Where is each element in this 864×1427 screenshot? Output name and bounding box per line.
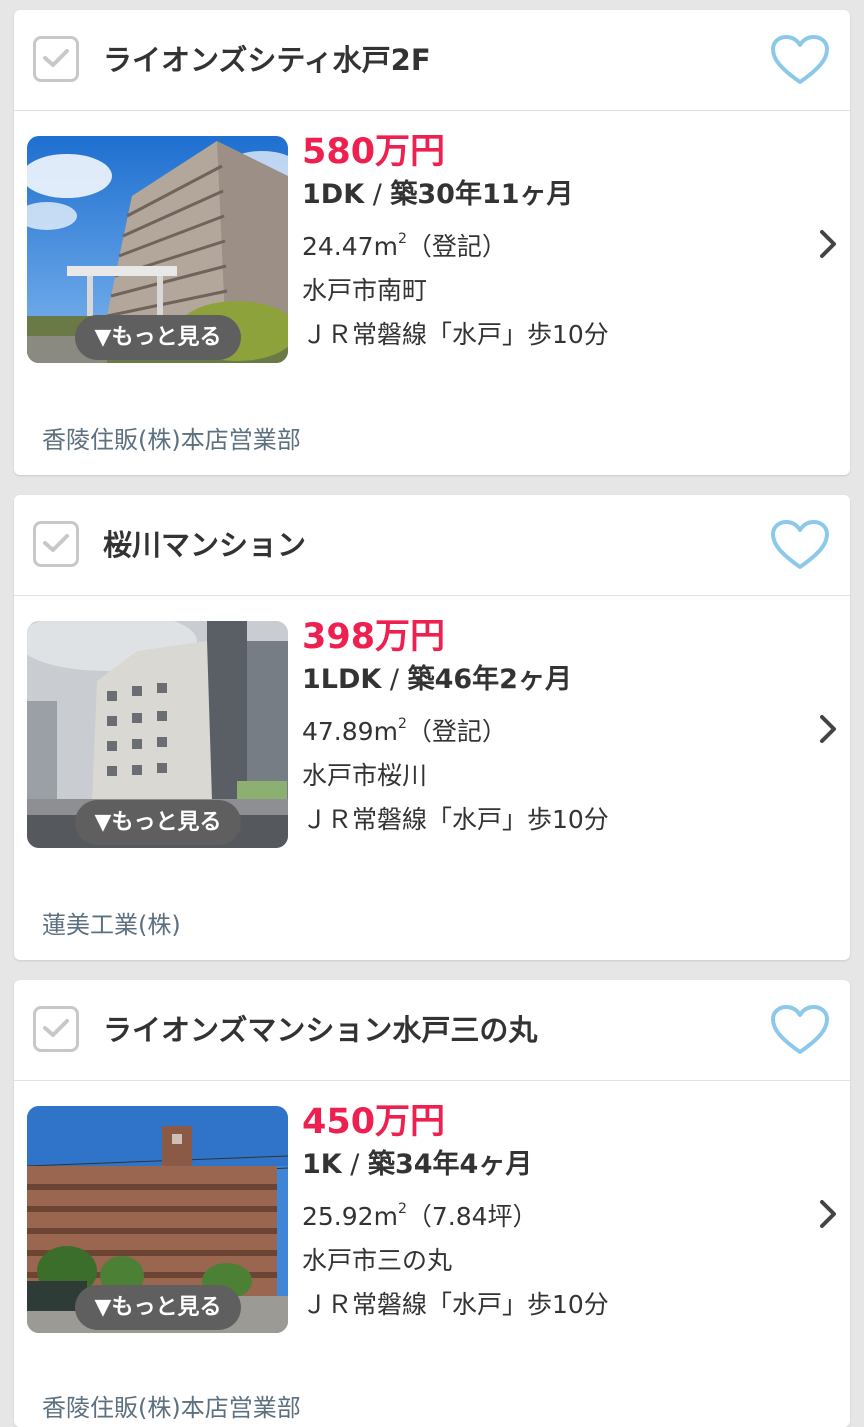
property-card[interactable]: ライオンズマンション水戸三の丸 ▼もっと見る 450万円 1K / 築34年4ヶ… (14, 980, 850, 1427)
area-value: 24.47m (302, 232, 398, 261)
area-unit-sup: 2 (397, 1201, 407, 1217)
property-info: 580万円 1DK / 築30年11ヶ月 24.47m2（登記） 水戸市南町 Ｊ… (302, 131, 609, 357)
floor-area: 47.89m2（登記） (302, 702, 609, 754)
area-value: 47.89m (302, 717, 398, 746)
station-access: ＪＲ常磐線「水戸」歩10分 (302, 805, 609, 834)
property-card[interactable]: ライオンズシティ水戸2F ▼もっと見る 580万円 1DK / 築30年11ヶ月… (14, 10, 850, 475)
card-body[interactable]: ▼もっと見る 450万円 1K / 築34年4ヶ月 25.92m2（7.84坪）… (14, 1081, 850, 1345)
area-note: （登記） (406, 232, 507, 261)
heart-outline-icon[interactable] (770, 519, 830, 571)
checkbox-check-icon (43, 49, 69, 67)
separator: / (381, 664, 408, 695)
card-body[interactable]: ▼もっと見る 398万円 1LDK / 築46年2ヶ月 47.89m2（登記） … (14, 596, 850, 860)
price: 450万円 (302, 1102, 446, 1142)
more-button[interactable]: ▼もっと見る (75, 800, 241, 845)
layout-age: 1LDK / 築46年2ヶ月 (302, 658, 609, 702)
address: 水戸市南町 (302, 276, 428, 305)
select-checkbox[interactable] (33, 1006, 79, 1052)
card-header: ライオンズマンション水戸三の丸 (14, 980, 850, 1081)
address: 水戸市桜川 (302, 761, 428, 790)
card-header: ライオンズシティ水戸2F (14, 10, 850, 111)
layout-age: 1K / 築34年4ヶ月 (302, 1143, 609, 1187)
select-checkbox[interactable] (33, 36, 79, 82)
layout: 1LDK (302, 664, 382, 695)
checkbox-check-icon (43, 534, 69, 552)
agency-name: 蓮美工業(株) (42, 911, 181, 939)
agency-name: 香陵住販(株)本店営業部 (42, 426, 301, 454)
area-note: （7.84坪） (406, 1202, 538, 1231)
property-title[interactable]: 桜川マンション (103, 495, 306, 595)
station-access: ＪＲ常磐線「水戸」歩10分 (302, 320, 609, 349)
building-age: 築34年4ヶ月 (367, 1149, 533, 1180)
price: 580万円 (302, 132, 446, 172)
card-header: 桜川マンション (14, 495, 850, 596)
heart-outline-icon[interactable] (770, 1004, 830, 1056)
chevron-right-icon[interactable] (818, 714, 838, 744)
property-title[interactable]: ライオンズマンション水戸三の丸 (103, 980, 537, 1080)
separator: / (341, 1149, 368, 1180)
layout-age: 1DK / 築30年11ヶ月 (302, 173, 609, 217)
area-note: （登記） (406, 717, 507, 746)
more-button[interactable]: ▼もっと見る (75, 1285, 241, 1330)
area-value: 25.92m (302, 1202, 398, 1231)
property-info: 450万円 1K / 築34年4ヶ月 25.92m2（7.84坪） 水戸市三の丸… (302, 1101, 609, 1327)
station-access: ＪＲ常磐線「水戸」歩10分 (302, 1290, 609, 1319)
select-checkbox[interactable] (33, 521, 79, 567)
property-list: ライオンズシティ水戸2F ▼もっと見る 580万円 1DK / 築30年11ヶ月… (0, 0, 864, 1427)
area-unit-sup: 2 (397, 231, 407, 247)
address: 水戸市三の丸 (302, 1246, 453, 1275)
more-button[interactable]: ▼もっと見る (75, 315, 241, 360)
agency-name: 香陵住販(株)本店営業部 (42, 1394, 301, 1422)
layout: 1DK (302, 179, 365, 210)
property-title[interactable]: ライオンズシティ水戸2F (103, 10, 431, 110)
heart-outline-icon[interactable] (770, 34, 830, 86)
building-age: 築30年11ヶ月 (390, 179, 574, 210)
property-card[interactable]: 桜川マンション ▼もっと見る 398万円 1LDK / 築46年2ヶ月 47.8… (14, 495, 850, 960)
card-body[interactable]: ▼もっと見る 580万円 1DK / 築30年11ヶ月 24.47m2（登記） … (14, 111, 850, 375)
separator: / (364, 179, 391, 210)
chevron-right-icon[interactable] (818, 229, 838, 259)
chevron-right-icon[interactable] (818, 1199, 838, 1229)
floor-area: 25.92m2（7.84坪） (302, 1187, 609, 1239)
price: 398万円 (302, 617, 446, 657)
property-info: 398万円 1LDK / 築46年2ヶ月 47.89m2（登記） 水戸市桜川 Ｊ… (302, 616, 609, 842)
building-age: 築46年2ヶ月 (407, 664, 572, 695)
layout: 1K (302, 1149, 342, 1180)
area-unit-sup: 2 (397, 716, 407, 732)
checkbox-check-icon (43, 1019, 69, 1037)
floor-area: 24.47m2（登記） (302, 217, 609, 269)
